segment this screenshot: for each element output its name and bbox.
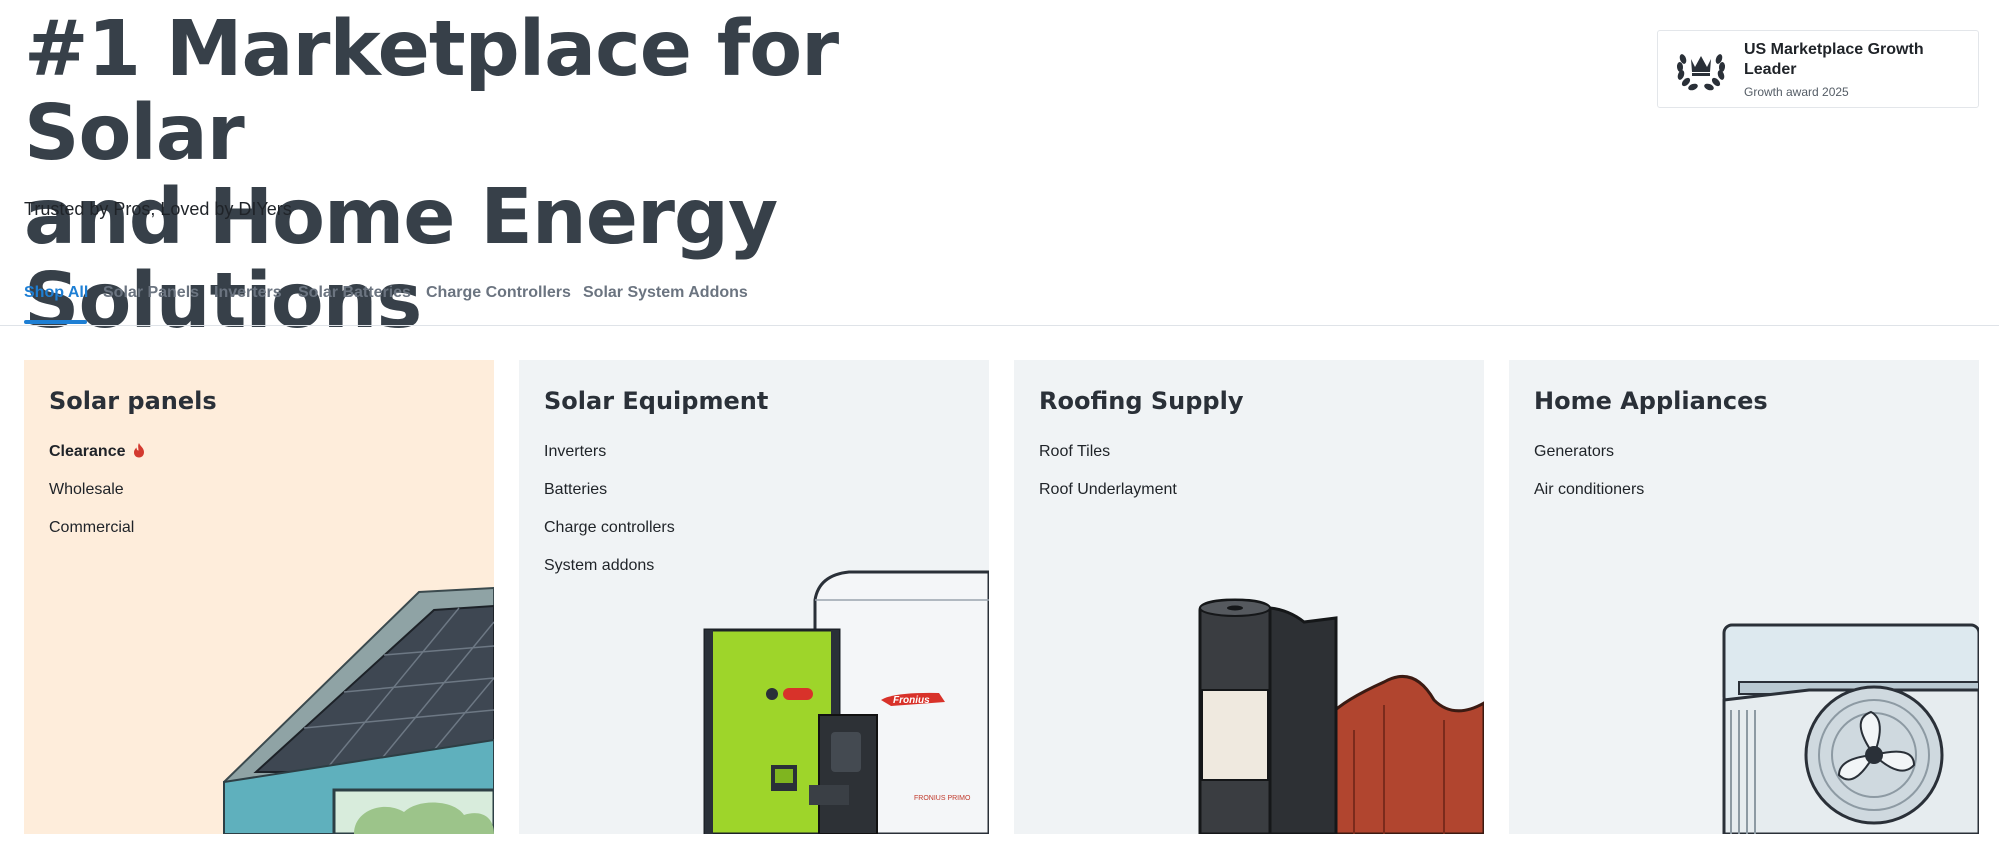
category-card-solar-panels[interactable]: Solar panels Clearance Wholesale Commerc… (24, 360, 494, 834)
link-roof-underlayment[interactable]: Roof Underlayment (1039, 480, 1177, 518)
active-tab-indicator (24, 320, 87, 324)
fire-icon (133, 443, 144, 458)
link-commercial[interactable]: Commercial (49, 518, 146, 556)
fronius-brand-text: Fronius (893, 695, 930, 706)
link-wholesale[interactable]: Wholesale (49, 480, 146, 518)
link-system-addons[interactable]: System addons (544, 556, 675, 594)
card-links: Clearance Wholesale Commercial (49, 442, 146, 556)
card-links: Generators Air conditioners (1534, 442, 1644, 518)
category-card-roofing-supply[interactable]: Roofing Supply Roof Tiles Roof Underlaym… (1014, 360, 1484, 834)
tab-solar-batteries[interactable]: Solar Batteries (298, 284, 411, 302)
card-title: Roofing Supply (1039, 387, 1244, 415)
fronius-model-text: FRONIUS PRIMO (914, 795, 971, 802)
tab-shop-all[interactable]: Shop All (24, 284, 88, 302)
card-title: Solar panels (49, 387, 217, 415)
link-inverters[interactable]: Inverters (544, 442, 675, 480)
tab-charge-controllers[interactable]: Charge Controllers (426, 284, 571, 302)
category-tabs: Shop All Solar Panels Inverters Solar Ba… (0, 270, 1999, 326)
card-links: Inverters Batteries Charge controllers S… (544, 442, 675, 594)
laurel-crown-icon (1676, 54, 1726, 91)
hero-title-line-1: #1 Marketplace for Solar (24, 5, 839, 178)
link-batteries[interactable]: Batteries (544, 480, 675, 518)
underlayment-roll-and-tile-illustration (1198, 598, 1484, 834)
tab-solar-panels[interactable]: Solar Panels (103, 284, 199, 302)
award-subtitle: Growth award 2025 (1744, 84, 1849, 99)
award-badge: US Marketplace Growth Leader Growth awar… (1657, 30, 1979, 108)
category-card-home-appliances[interactable]: Home Appliances Generators Air condition… (1509, 360, 1979, 834)
link-roof-tiles[interactable]: Roof Tiles (1039, 442, 1177, 480)
link-air-conditioners[interactable]: Air conditioners (1534, 480, 1644, 518)
link-generators[interactable]: Generators (1534, 442, 1644, 480)
card-title: Solar Equipment (544, 387, 769, 415)
tagline: Trusted by Pros, Loved by DIYers (24, 199, 292, 219)
link-charge-controllers[interactable]: Charge controllers (544, 518, 675, 556)
inverter-and-battery-illustration: Fronius FRONIUS PRIMO (703, 570, 989, 834)
card-links: Roof Tiles Roof Underlayment (1039, 442, 1177, 518)
category-card-solar-equipment[interactable]: Fronius FRONIUS PRIMO Solar Equipment In… (519, 360, 989, 834)
house-with-solar-panels-illustration (223, 586, 494, 834)
tab-solar-system-addons[interactable]: Solar System Addons (583, 284, 748, 302)
tab-inverters[interactable]: Inverters (214, 284, 282, 302)
air-conditioner-illustration (1722, 623, 1979, 834)
link-clearance[interactable]: Clearance (49, 442, 146, 480)
card-title: Home Appliances (1534, 387, 1768, 415)
award-title: US Marketplace Growth Leader (1744, 40, 1924, 78)
